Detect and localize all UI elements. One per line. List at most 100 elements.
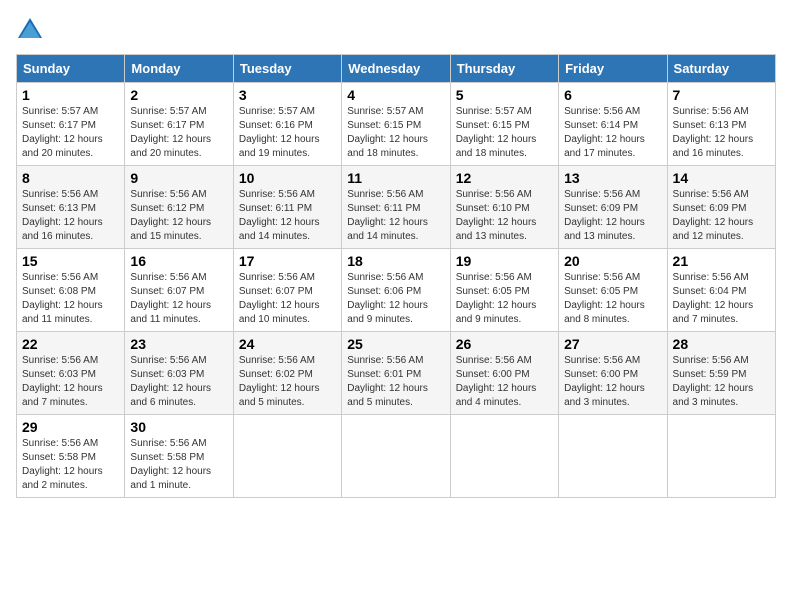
day-info: Sunrise: 5:56 AM Sunset: 6:05 PM Dayligh… xyxy=(456,271,553,327)
col-header-thursday: Thursday xyxy=(450,55,558,83)
day-number: 19 xyxy=(456,253,553,269)
week-row-5: 29 Sunrise: 5:56 AM Sunset: 5:58 PM Dayl… xyxy=(17,415,776,498)
header-row: SundayMondayTuesdayWednesdayThursdayFrid… xyxy=(17,55,776,83)
day-cell: 28 Sunrise: 5:56 AM Sunset: 5:59 PM Dayl… xyxy=(667,332,775,415)
day-number: 10 xyxy=(239,170,336,186)
day-number: 13 xyxy=(564,170,661,186)
day-cell: 6 Sunrise: 5:56 AM Sunset: 6:14 PM Dayli… xyxy=(559,83,667,166)
day-cell xyxy=(559,415,667,498)
day-cell: 15 Sunrise: 5:56 AM Sunset: 6:08 PM Dayl… xyxy=(17,249,125,332)
day-info: Sunrise: 5:56 AM Sunset: 6:14 PM Dayligh… xyxy=(564,105,661,161)
day-number: 4 xyxy=(347,87,444,103)
day-info: Sunrise: 5:56 AM Sunset: 6:11 PM Dayligh… xyxy=(347,188,444,244)
day-info: Sunrise: 5:56 AM Sunset: 5:58 PM Dayligh… xyxy=(22,437,119,493)
day-info: Sunrise: 5:57 AM Sunset: 6:17 PM Dayligh… xyxy=(22,105,119,161)
day-info: Sunrise: 5:57 AM Sunset: 6:16 PM Dayligh… xyxy=(239,105,336,161)
day-info: Sunrise: 5:56 AM Sunset: 6:11 PM Dayligh… xyxy=(239,188,336,244)
day-number: 24 xyxy=(239,336,336,352)
day-info: Sunrise: 5:56 AM Sunset: 6:07 PM Dayligh… xyxy=(239,271,336,327)
day-cell: 12 Sunrise: 5:56 AM Sunset: 6:10 PM Dayl… xyxy=(450,166,558,249)
day-cell: 25 Sunrise: 5:56 AM Sunset: 6:01 PM Dayl… xyxy=(342,332,450,415)
day-info: Sunrise: 5:56 AM Sunset: 6:07 PM Dayligh… xyxy=(130,271,227,327)
day-cell: 26 Sunrise: 5:56 AM Sunset: 6:00 PM Dayl… xyxy=(450,332,558,415)
day-cell: 16 Sunrise: 5:56 AM Sunset: 6:07 PM Dayl… xyxy=(125,249,233,332)
col-header-monday: Monday xyxy=(125,55,233,83)
day-info: Sunrise: 5:56 AM Sunset: 6:13 PM Dayligh… xyxy=(673,105,770,161)
day-number: 3 xyxy=(239,87,336,103)
day-info: Sunrise: 5:56 AM Sunset: 6:10 PM Dayligh… xyxy=(456,188,553,244)
logo xyxy=(16,16,48,44)
day-number: 17 xyxy=(239,253,336,269)
day-number: 20 xyxy=(564,253,661,269)
day-cell: 17 Sunrise: 5:56 AM Sunset: 6:07 PM Dayl… xyxy=(233,249,341,332)
day-number: 15 xyxy=(22,253,119,269)
day-info: Sunrise: 5:56 AM Sunset: 6:08 PM Dayligh… xyxy=(22,271,119,327)
day-info: Sunrise: 5:56 AM Sunset: 6:09 PM Dayligh… xyxy=(673,188,770,244)
day-cell: 2 Sunrise: 5:57 AM Sunset: 6:17 PM Dayli… xyxy=(125,83,233,166)
day-cell: 1 Sunrise: 5:57 AM Sunset: 6:17 PM Dayli… xyxy=(17,83,125,166)
day-info: Sunrise: 5:56 AM Sunset: 6:05 PM Dayligh… xyxy=(564,271,661,327)
day-number: 18 xyxy=(347,253,444,269)
day-number: 5 xyxy=(456,87,553,103)
day-cell: 13 Sunrise: 5:56 AM Sunset: 6:09 PM Dayl… xyxy=(559,166,667,249)
day-info: Sunrise: 5:56 AM Sunset: 6:00 PM Dayligh… xyxy=(564,354,661,410)
day-cell: 21 Sunrise: 5:56 AM Sunset: 6:04 PM Dayl… xyxy=(667,249,775,332)
day-number: 28 xyxy=(673,336,770,352)
day-cell: 27 Sunrise: 5:56 AM Sunset: 6:00 PM Dayl… xyxy=(559,332,667,415)
col-header-sunday: Sunday xyxy=(17,55,125,83)
day-cell: 19 Sunrise: 5:56 AM Sunset: 6:05 PM Dayl… xyxy=(450,249,558,332)
day-cell xyxy=(342,415,450,498)
day-info: Sunrise: 5:56 AM Sunset: 6:13 PM Dayligh… xyxy=(22,188,119,244)
day-number: 29 xyxy=(22,419,119,435)
day-number: 7 xyxy=(673,87,770,103)
day-number: 23 xyxy=(130,336,227,352)
col-header-wednesday: Wednesday xyxy=(342,55,450,83)
day-cell: 4 Sunrise: 5:57 AM Sunset: 6:15 PM Dayli… xyxy=(342,83,450,166)
day-cell: 30 Sunrise: 5:56 AM Sunset: 5:58 PM Dayl… xyxy=(125,415,233,498)
day-number: 9 xyxy=(130,170,227,186)
day-number: 8 xyxy=(22,170,119,186)
day-cell xyxy=(450,415,558,498)
calendar-table: SundayMondayTuesdayWednesdayThursdayFrid… xyxy=(16,54,776,498)
day-info: Sunrise: 5:56 AM Sunset: 6:06 PM Dayligh… xyxy=(347,271,444,327)
logo-icon xyxy=(16,16,44,44)
day-number: 16 xyxy=(130,253,227,269)
day-info: Sunrise: 5:56 AM Sunset: 6:01 PM Dayligh… xyxy=(347,354,444,410)
day-cell: 3 Sunrise: 5:57 AM Sunset: 6:16 PM Dayli… xyxy=(233,83,341,166)
col-header-friday: Friday xyxy=(559,55,667,83)
day-number: 21 xyxy=(673,253,770,269)
day-number: 12 xyxy=(456,170,553,186)
day-info: Sunrise: 5:56 AM Sunset: 6:00 PM Dayligh… xyxy=(456,354,553,410)
day-number: 2 xyxy=(130,87,227,103)
day-info: Sunrise: 5:56 AM Sunset: 5:59 PM Dayligh… xyxy=(673,354,770,410)
day-cell xyxy=(233,415,341,498)
week-row-4: 22 Sunrise: 5:56 AM Sunset: 6:03 PM Dayl… xyxy=(17,332,776,415)
day-info: Sunrise: 5:56 AM Sunset: 6:09 PM Dayligh… xyxy=(564,188,661,244)
day-number: 26 xyxy=(456,336,553,352)
day-number: 11 xyxy=(347,170,444,186)
day-cell: 5 Sunrise: 5:57 AM Sunset: 6:15 PM Dayli… xyxy=(450,83,558,166)
day-cell: 18 Sunrise: 5:56 AM Sunset: 6:06 PM Dayl… xyxy=(342,249,450,332)
day-cell: 11 Sunrise: 5:56 AM Sunset: 6:11 PM Dayl… xyxy=(342,166,450,249)
day-cell: 14 Sunrise: 5:56 AM Sunset: 6:09 PM Dayl… xyxy=(667,166,775,249)
day-number: 22 xyxy=(22,336,119,352)
day-info: Sunrise: 5:56 AM Sunset: 6:03 PM Dayligh… xyxy=(130,354,227,410)
day-cell: 29 Sunrise: 5:56 AM Sunset: 5:58 PM Dayl… xyxy=(17,415,125,498)
day-cell xyxy=(667,415,775,498)
col-header-saturday: Saturday xyxy=(667,55,775,83)
day-info: Sunrise: 5:57 AM Sunset: 6:17 PM Dayligh… xyxy=(130,105,227,161)
day-cell: 20 Sunrise: 5:56 AM Sunset: 6:05 PM Dayl… xyxy=(559,249,667,332)
day-cell: 7 Sunrise: 5:56 AM Sunset: 6:13 PM Dayli… xyxy=(667,83,775,166)
day-info: Sunrise: 5:57 AM Sunset: 6:15 PM Dayligh… xyxy=(456,105,553,161)
day-cell: 10 Sunrise: 5:56 AM Sunset: 6:11 PM Dayl… xyxy=(233,166,341,249)
day-cell: 9 Sunrise: 5:56 AM Sunset: 6:12 PM Dayli… xyxy=(125,166,233,249)
day-info: Sunrise: 5:56 AM Sunset: 6:02 PM Dayligh… xyxy=(239,354,336,410)
day-number: 14 xyxy=(673,170,770,186)
day-info: Sunrise: 5:56 AM Sunset: 6:03 PM Dayligh… xyxy=(22,354,119,410)
day-cell: 24 Sunrise: 5:56 AM Sunset: 6:02 PM Dayl… xyxy=(233,332,341,415)
day-number: 27 xyxy=(564,336,661,352)
day-number: 6 xyxy=(564,87,661,103)
week-row-1: 1 Sunrise: 5:57 AM Sunset: 6:17 PM Dayli… xyxy=(17,83,776,166)
day-info: Sunrise: 5:57 AM Sunset: 6:15 PM Dayligh… xyxy=(347,105,444,161)
day-cell: 22 Sunrise: 5:56 AM Sunset: 6:03 PM Dayl… xyxy=(17,332,125,415)
